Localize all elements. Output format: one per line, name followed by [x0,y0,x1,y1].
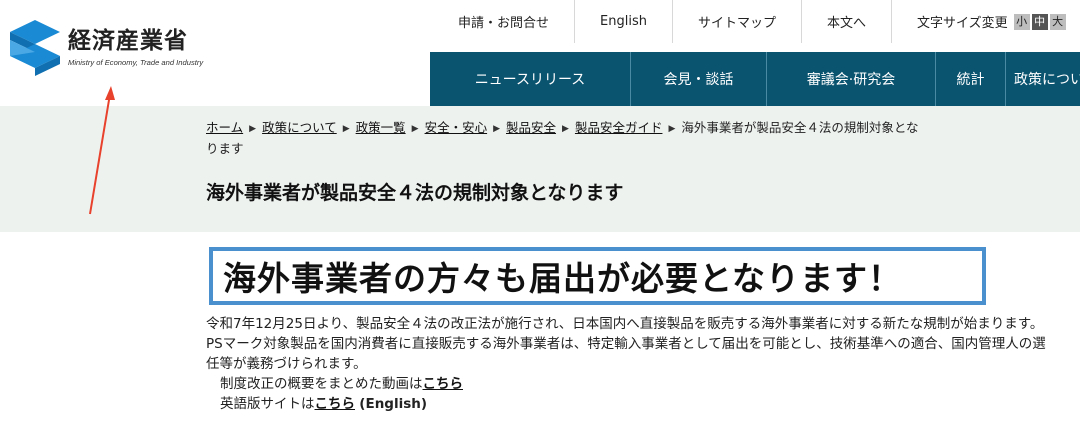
breadcrumb-policy[interactable]: 政策について [262,120,337,135]
breadcrumb-product-safety-guide[interactable]: 製品安全ガイド [575,120,663,135]
font-size-large-button[interactable]: 大 [1049,13,1066,30]
video-link-prefix: 制度改正の概要をまとめた動画は [220,376,423,392]
meti-logo-icon [10,20,60,76]
english-site-link[interactable]: こちら [315,396,356,412]
main-nav: ニュースリリース 会見・談話 審議会·研究会 統計 政策について [430,52,1080,106]
body-paragraph-line: 任等が義務づけられます。 [206,356,367,372]
breadcrumb-separator-icon: ▶ [411,124,419,134]
breadcrumb-separator-icon: ▶ [562,124,569,134]
breadcrumb-policy-list[interactable]: 政策一覧 [356,120,406,135]
font-size-control: 文字サイズ変更 小 中 大 [892,0,1074,43]
util-link-sitemap[interactable]: サイトマップ [673,0,802,43]
annotation-arrow-icon [89,86,115,215]
meti-logo[interactable]: 経済産業省 Ministry of Economy, Trade and Ind… [10,20,203,76]
breadcrumb-separator-icon: ▶ [249,124,257,134]
english-link-prefix: 英語版サイトは [220,396,315,412]
breadcrumb-safety[interactable]: 安全・安心 [425,120,488,135]
util-link-skip-to-content[interactable]: 本文へ [802,0,892,43]
nav-policy[interactable]: 政策について [1006,52,1080,106]
site-header: 経済産業省 Ministry of Economy, Trade and Ind… [0,0,1080,106]
font-size-medium-button[interactable]: 中 [1031,13,1048,30]
body-paragraph-line: PSマーク対象製品を国内消費者に直接販売する海外事業者は、特定輸入事業者として届… [206,336,1046,352]
breadcrumb-separator-icon: ▶ [493,124,500,134]
body-paragraph-line: 令和7年12月25日より、製品安全４法の改正法が施行され、日本国内へ直接製品を販… [206,316,1044,332]
video-link[interactable]: こちら [423,376,464,392]
nav-press-conference[interactable]: 会見・談話 [631,52,767,106]
nav-statistics[interactable]: 統計 [936,52,1006,106]
breadcrumb-separator-icon: ▶ [668,124,676,134]
breadcrumb: ホーム ▶ 政策について ▶ 政策一覧 ▶ 安全・安心 ▶ 製品安全 ▶ 製品安全ガイド ▶ 海外事業者… [206,118,926,159]
article-body: 令和7年12月25日より、製品安全４法の改正法が施行され、日本国内へ直接製品を販… [206,314,1080,414]
breadcrumb-product-safety[interactable]: 製品安全 [506,120,556,135]
utility-nav: 申請・お問合せ English サイトマップ 本文へ 文字サイズ変更 小 中 大 [430,0,1074,43]
banner-text: 海外事業者の方々も届出が必要となります！ [223,259,903,298]
util-link-english[interactable]: English [575,0,673,43]
breadcrumb-separator-icon: ▶ [342,124,350,134]
logo-subtitle: Ministry of Economy, Trade and Industry [68,58,204,67]
announcement-banner: 海外事業者の方々も届出が必要となります！ [209,247,986,305]
title-band: ホーム ▶ 政策について ▶ 政策一覧 ▶ 安全・安心 ▶ 製品安全 ▶ 製品安全ガイド ▶ 海外事業者… [0,106,1080,232]
english-link-row: 英語版サイトはこちら (English) [206,394,1080,414]
font-size-small-button[interactable]: 小 [1013,13,1030,30]
page-title: 海外事業者が製品安全４法の規制対象となります [206,182,624,204]
logo-title: 経済産業省 [68,28,188,54]
english-tag: (English) [359,396,428,412]
video-link-row: 制度改正の概要をまとめた動画はこちら [206,374,1080,394]
nav-news-release[interactable]: ニュースリリース [430,52,631,106]
nav-councils[interactable]: 審議会·研究会 [767,52,936,106]
breadcrumb-home[interactable]: ホーム [206,120,243,135]
font-size-label: 文字サイズ変更 [917,16,1008,31]
util-link-contact[interactable]: 申請・お問合せ [430,0,576,43]
